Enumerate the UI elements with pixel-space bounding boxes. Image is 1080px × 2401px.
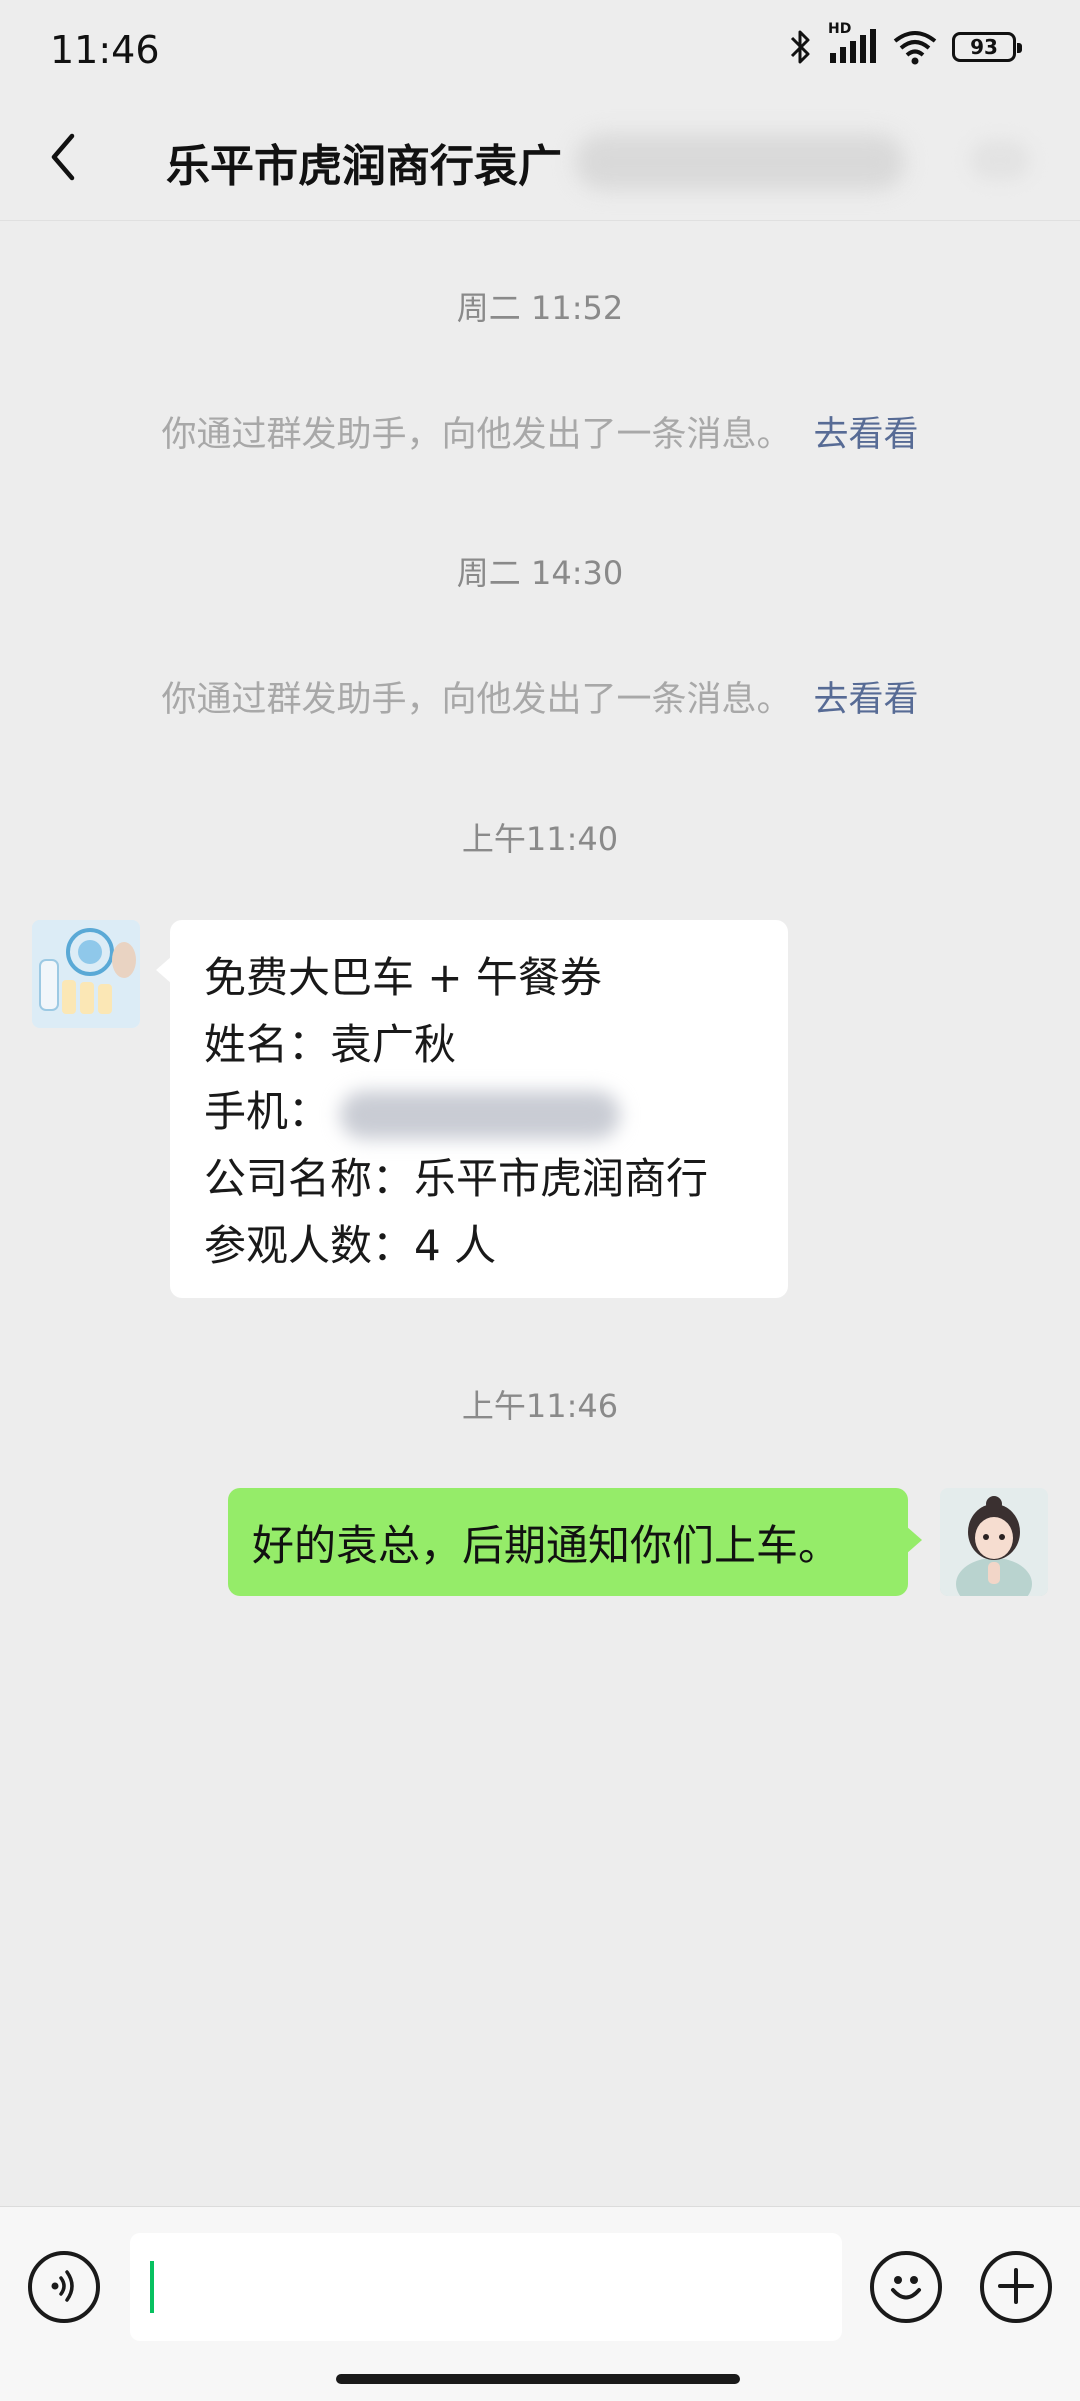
my-avatar[interactable] <box>940 1488 1048 1596</box>
input-bar <box>0 2206 1080 2401</box>
message-line: 参观人数：4 人 <box>204 1221 497 1270</box>
timestamp: 周二 14:30 <box>456 554 624 592</box>
voice-icon <box>44 2266 84 2309</box>
home-indicator[interactable] <box>336 2374 740 2384</box>
redacted-phone <box>340 1090 621 1139</box>
status-icons: HD 93 <box>788 21 1022 66</box>
status-time: 11:46 <box>50 28 160 72</box>
received-message-bubble[interactable]: 免费大巴车 + 午餐券 姓名：袁广秋 手机： 公司名称：乐平市虎润商行 参观人数… <box>156 920 788 1298</box>
chat-title: 乐平市虎润商行袁广 <box>166 141 562 192</box>
system-message: 你通过群发助手，向他发出了一条消息。 去看看 <box>0 406 1080 457</box>
signal-icon: HD <box>828 21 878 65</box>
text-caret <box>150 2261 154 2313</box>
wifi-icon <box>892 29 938 65</box>
network-label: HD <box>828 21 852 37</box>
system-message: 你通过群发助手，向他发出了一条消息。 去看看 <box>0 671 1080 722</box>
battery-icon: 93 <box>952 32 1022 62</box>
plus-icon <box>994 2264 1038 2311</box>
emoji-button[interactable] <box>870 2251 942 2323</box>
chevron-left-icon <box>48 132 78 186</box>
bluetooth-icon <box>788 28 814 66</box>
timestamp: 上午11:46 <box>461 1387 619 1425</box>
message-line: 姓名：袁广秋 <box>204 1020 457 1069</box>
message-line: 免费大巴车 + 午餐券 <box>204 953 602 1002</box>
system-message-text: 你通过群发助手，向他发出了一条消息。 <box>161 415 792 455</box>
timestamp: 上午11:40 <box>461 820 619 858</box>
emoji-icon <box>881 2261 931 2314</box>
battery-level: 93 <box>970 35 998 59</box>
chat-header: 乐平市虎润商行袁广 <box>0 100 1080 221</box>
status-bar: 11:46 HD 93 <box>0 0 1080 100</box>
voice-button[interactable] <box>28 2251 100 2323</box>
message-input[interactable] <box>130 2233 842 2341</box>
contact-avatar[interactable] <box>32 920 140 1028</box>
timestamp: 周二 11:52 <box>456 289 624 327</box>
more-button[interactable] <box>970 140 1030 180</box>
message-line-phone: 手机： <box>204 1078 754 1145</box>
redacted-title <box>575 134 905 190</box>
more-options-button[interactable] <box>980 2251 1052 2323</box>
system-message-text: 你通过群发助手，向他发出了一条消息。 <box>161 680 792 720</box>
phone-label: 手机： <box>204 1087 331 1136</box>
sent-message-bubble[interactable]: 好的袁总，后期通知你们上车。 <box>228 1488 922 1596</box>
go-view-link[interactable]: 去看看 <box>814 680 919 720</box>
go-view-link[interactable]: 去看看 <box>814 415 919 455</box>
message-line: 公司名称：乐平市虎润商行 <box>204 1154 709 1203</box>
chat-screen: 11:46 HD 93 乐平市虎润商行袁广 周二 11:52 你通过群发助手，向… <box>0 0 1080 2401</box>
back-button[interactable] <box>28 124 98 194</box>
sent-message-text: 好的袁总，后期通知你们上车。 <box>252 1520 841 1570</box>
